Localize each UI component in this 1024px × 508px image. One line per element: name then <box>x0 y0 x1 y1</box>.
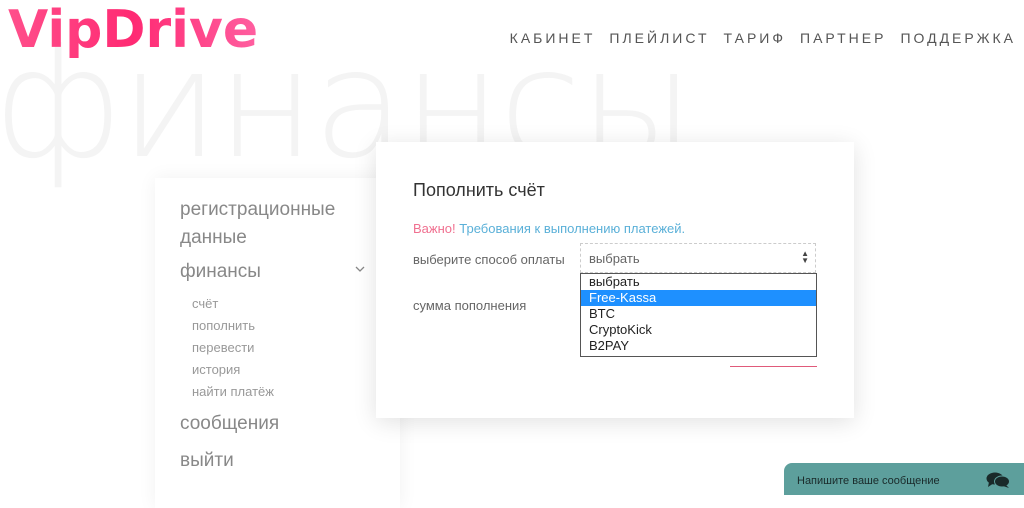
sidebar-item-registration[interactable]: регистрационные данные <box>180 196 380 252</box>
payment-warning: Важно! Требования к выполнению платежей. <box>413 221 685 236</box>
sidebar-subitem-transfer[interactable]: перевести <box>192 340 254 355</box>
payment-method-dropdown: выбрать Free-Kassa BTC CryptoKick B2PAY <box>580 273 817 357</box>
sidebar-item-logout[interactable]: выйти <box>180 447 380 475</box>
sidebar-subitem-topup[interactable]: пополнить <box>192 318 255 333</box>
card-title: Пополнить счёт <box>413 180 545 200</box>
chat-placeholder: Напишите ваше сообщение <box>797 475 940 487</box>
chat-widget[interactable]: Напишите ваше сообщение <box>784 463 1024 495</box>
chat-bubbles-icon[interactable] <box>986 472 1010 488</box>
payment-method-label: выберите способ оплаты <box>413 252 565 267</box>
nav-cabinet[interactable]: КАБИНЕТ <box>510 30 596 46</box>
nav-support[interactable]: ПОДДЕРЖКА <box>900 30 1016 46</box>
sidebar-subitem-account[interactable]: счёт <box>192 296 218 311</box>
nav-tariff[interactable]: ТАРИФ <box>724 30 786 46</box>
sidebar: регистрационные данные финансы счёт попо… <box>155 178 400 508</box>
sidebar-item-messages[interactable]: сообщения <box>180 410 380 438</box>
site-logo[interactable]: VipDrive <box>8 0 258 60</box>
submit-underline <box>730 366 817 367</box>
select-value: выбрать <box>589 251 640 266</box>
sidebar-subitem-history[interactable]: история <box>192 362 240 377</box>
nav-partner[interactable]: ПАРТНЕР <box>800 30 886 46</box>
topup-card: Пополнить счёт Важно! Требования к выпол… <box>376 142 854 418</box>
chevron-down-icon[interactable] <box>355 264 365 274</box>
option-cryptokick[interactable]: CryptoKick <box>581 322 816 338</box>
select-arrows-icon: ▲ ▼ <box>801 249 809 265</box>
payment-method-select[interactable]: выбрать ▲ ▼ <box>580 243 816 273</box>
important-label: Важно! <box>413 221 456 236</box>
nav-playlist[interactable]: ПЛЕЙЛИСТ <box>609 30 709 46</box>
amount-label: сумма пополнения <box>413 298 527 313</box>
main-nav: КАБИНЕТ ПЛЕЙЛИСТ ТАРИФ ПАРТНЕР ПОДДЕРЖКА <box>510 30 1016 46</box>
requirements-link[interactable]: Требования к выполнению платежей. <box>459 221 685 236</box>
option-b2pay[interactable]: B2PAY <box>581 338 816 354</box>
sidebar-subitem-find-payment[interactable]: найти платёж <box>192 384 274 399</box>
option-free-kassa[interactable]: Free-Kassa <box>581 290 816 306</box>
option-btc[interactable]: BTC <box>581 306 816 322</box>
sidebar-item-finance[interactable]: финансы <box>180 258 380 286</box>
option-choose[interactable]: выбрать <box>581 274 816 290</box>
